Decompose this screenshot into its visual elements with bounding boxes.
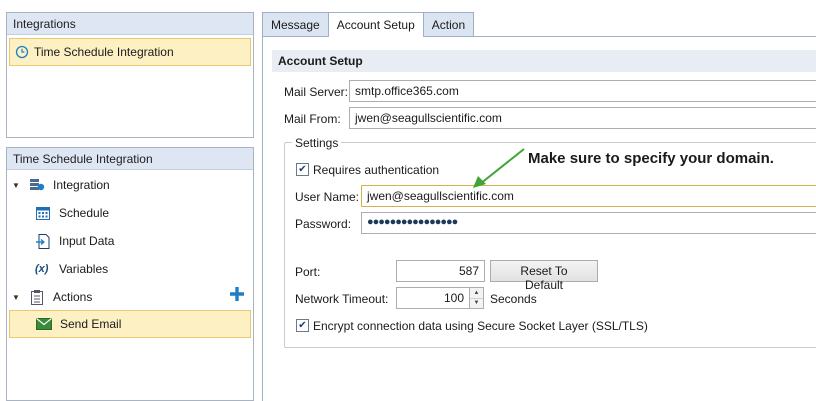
annotation-text: Make sure to specify your domain. — [528, 150, 774, 167]
integration-list-item[interactable]: Time Schedule Integration — [9, 38, 251, 66]
account-setup-section-header: Account Setup — [272, 50, 816, 72]
network-timeout-unit: Seconds — [490, 292, 537, 306]
variables-icon: (x) — [35, 263, 49, 275]
tree-item-variables[interactable]: (x) Variables — [35, 256, 245, 282]
network-timeout-spinner[interactable]: ▲ ▼ — [470, 287, 484, 309]
mail-server-label: Mail Server: — [284, 85, 349, 99]
tab-account-setup[interactable]: Account Setup — [327, 12, 424, 37]
integration-list-item-label: Time Schedule Integration — [34, 45, 174, 59]
settings-group-title: Settings — [292, 136, 342, 150]
password-label: Password: — [295, 217, 352, 231]
tree-panel-header: Time Schedule Integration — [7, 148, 253, 170]
actions-list-icon — [29, 289, 45, 305]
expand-arrow-icon[interactable]: ▼ — [9, 181, 23, 190]
mail-from-label: Mail From: — [284, 112, 341, 126]
annotation-arrow-icon — [473, 148, 525, 188]
add-action-button[interactable] — [229, 286, 247, 304]
tree-item-variables-label: Variables — [59, 262, 109, 276]
mail-server-input[interactable]: smtp.office365.com — [349, 80, 816, 102]
spinner-down-icon[interactable]: ▼ — [470, 299, 483, 309]
reset-to-default-button[interactable]: Reset To Default — [490, 260, 598, 292]
tree-item-send-email[interactable]: Send Email — [9, 310, 251, 338]
network-timeout-input[interactable]: 100 — [396, 287, 470, 309]
spinner-up-icon[interactable]: ▲ — [470, 288, 483, 299]
tab-strip: Message Account Setup Action — [262, 12, 475, 37]
tree-item-send-email-label: Send Email — [60, 317, 122, 331]
calendar-icon — [35, 205, 51, 221]
email-icon — [36, 316, 52, 332]
integrations-panel: Integrations Time Schedule Integration — [6, 12, 254, 138]
tree-item-schedule[interactable]: Schedule — [35, 200, 245, 226]
integrations-panel-header: Integrations — [7, 13, 253, 35]
port-input[interactable]: 587 — [396, 260, 485, 282]
tree-item-actions[interactable]: ▼ Actions — [9, 284, 249, 310]
plus-icon — [230, 287, 244, 301]
user-name-label: User Name: — [295, 190, 360, 204]
port-label: Port: — [295, 265, 321, 279]
input-data-icon — [35, 233, 51, 249]
tree-item-schedule-label: Schedule — [59, 206, 110, 220]
tree-panel: Time Schedule Integration ▼ Integration … — [6, 147, 254, 401]
ssl-checkbox[interactable]: ✔ — [296, 319, 309, 332]
tree-item-integration[interactable]: ▼ Integration — [9, 172, 249, 198]
ssl-label: Encrypt connection data using Secure Soc… — [313, 319, 648, 333]
tree-item-actions-label: Actions — [53, 290, 93, 304]
requires-auth-label: Requires authentication — [313, 163, 440, 177]
tree-item-input-data[interactable]: Input Data — [35, 228, 245, 254]
network-timeout-label: Network Timeout: — [295, 292, 389, 306]
mail-from-input[interactable]: jwen@seagullscientific.com — [349, 107, 816, 129]
tree-item-input-data-label: Input Data — [59, 234, 115, 248]
tree-item-integration-label: Integration — [53, 178, 110, 192]
clock-icon — [14, 44, 30, 60]
tab-action[interactable]: Action — [422, 12, 475, 36]
tab-message[interactable]: Message — [262, 12, 329, 36]
requires-auth-checkbox[interactable]: ✔ — [296, 163, 309, 176]
integration-icon — [29, 177, 45, 193]
password-input[interactable]: ●●●●●●●●●●●●●●●● — [361, 212, 816, 234]
expand-arrow-icon[interactable]: ▼ — [9, 293, 23, 302]
user-name-input[interactable]: jwen@seagullscientific.com — [361, 185, 816, 207]
